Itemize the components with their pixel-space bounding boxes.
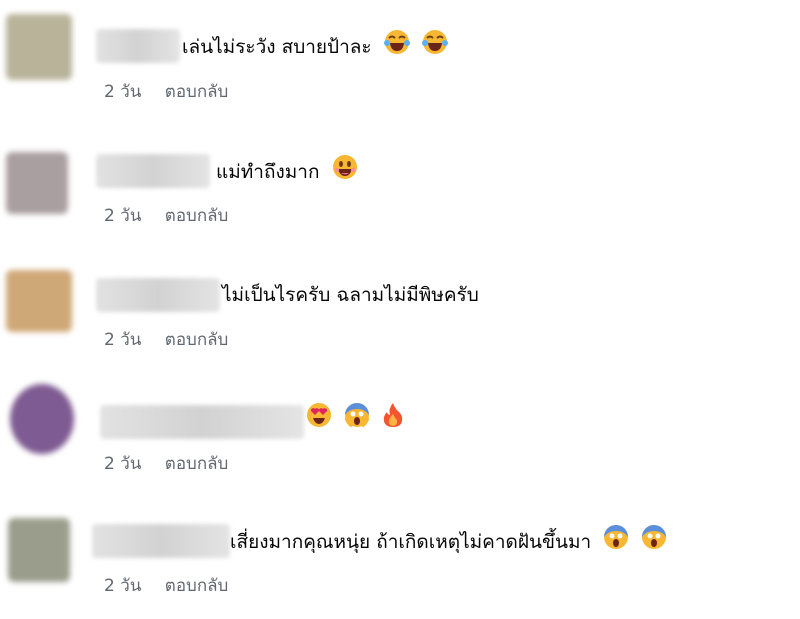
commenter-name-redacted[interactable]	[100, 405, 304, 439]
comment-meta: 2 วัน ตอบกลับ	[104, 574, 228, 598]
comment-text-row	[300, 402, 404, 439]
reply-link[interactable]: ตอบกลับ	[165, 204, 229, 228]
commenter-name-redacted[interactable]	[96, 278, 220, 312]
comment-item: ไม่เป็นไรครับ ฉลามไม่มีพิษครับ 2 วัน ตอบ…	[0, 248, 800, 350]
reply-link[interactable]: ตอบกลับ	[165, 452, 229, 476]
comment-timestamp[interactable]: 2 วัน	[104, 328, 141, 352]
avatar[interactable]	[6, 270, 72, 332]
fire-icon	[382, 402, 404, 439]
comment-text-row: แม่ทำถึงมาก	[216, 154, 358, 191]
comment-text-row: ไม่เป็นไรครับ ฉลามไม่มีพิษครับ	[222, 278, 479, 312]
comment-item: 2 วัน ตอบกลับ	[0, 372, 800, 474]
comment-timestamp[interactable]: 2 วัน	[104, 452, 141, 476]
comment-text: เสี่ยงมากคุณหนุ่ย ถ้าเกิดเหตุไม่คาดฝันขึ…	[230, 531, 592, 553]
comment-item: แม่ทำถึงมาก 2 วัน ตอบกลับ	[0, 124, 800, 226]
comment-text: แม่ทำถึงมาก	[216, 161, 320, 183]
avatar[interactable]	[10, 384, 74, 454]
screaming-face-icon	[344, 402, 370, 439]
laughing-face-icon	[383, 29, 410, 66]
comment-text-row: เล่นไม่ระวัง สบายป้าละ	[182, 29, 448, 66]
commenter-name-redacted[interactable]	[92, 524, 230, 558]
screaming-face-icon	[603, 524, 629, 561]
avatar[interactable]	[6, 152, 68, 214]
reply-link[interactable]: ตอบกลับ	[165, 574, 229, 598]
comment-meta: 2 วัน ตอบกลับ	[104, 328, 228, 352]
grinning-face-icon	[332, 154, 358, 191]
comment-timestamp[interactable]: 2 วัน	[104, 204, 141, 228]
comment-text: ไม่เป็นไรครับ ฉลามไม่มีพิษครับ	[222, 284, 479, 306]
comment-text: เล่นไม่ระวัง สบายป้าละ	[182, 36, 372, 58]
comment-meta: 2 วัน ตอบกลับ	[104, 452, 228, 476]
commenter-name-redacted[interactable]	[96, 29, 180, 63]
reply-link[interactable]: ตอบกลับ	[165, 328, 229, 352]
laughing-face-icon	[421, 29, 448, 66]
comment-timestamp[interactable]: 2 วัน	[104, 80, 141, 104]
comment-text-row: เสี่ยงมากคุณหนุ่ย ถ้าเกิดเหตุไม่คาดฝันขึ…	[230, 524, 667, 561]
heart-eyes-face-icon	[306, 402, 332, 439]
screaming-face-icon	[641, 524, 667, 561]
comment-timestamp[interactable]: 2 วัน	[104, 574, 141, 598]
avatar[interactable]	[6, 14, 72, 80]
commenter-name-redacted[interactable]	[96, 154, 210, 188]
comment-meta: 2 วัน ตอบกลับ	[104, 80, 228, 104]
avatar[interactable]	[8, 518, 70, 582]
reply-link[interactable]: ตอบกลับ	[165, 80, 229, 104]
comment-item: เล่นไม่ระวัง สบายป้าละ 2 วัน ตอบกลับ	[0, 0, 800, 102]
comment-meta: 2 วัน ตอบกลับ	[104, 204, 228, 228]
comment-item: เสี่ยงมากคุณหนุ่ย ถ้าเกิดเหตุไม่คาดฝันขึ…	[0, 496, 800, 596]
